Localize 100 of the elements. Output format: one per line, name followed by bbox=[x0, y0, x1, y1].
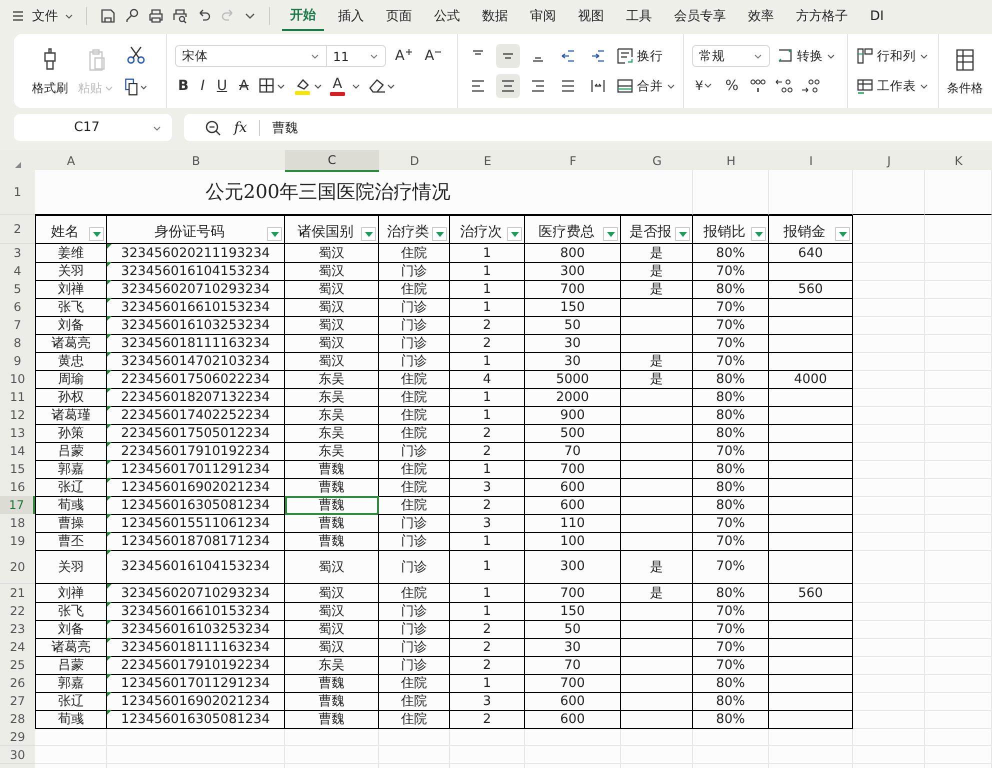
row-header[interactable]: 5 bbox=[0, 280, 35, 299]
filter-button[interactable] bbox=[267, 227, 282, 241]
ribbon-tab[interactable]: 公式 bbox=[426, 1, 468, 31]
currency-button[interactable]: ¥ bbox=[692, 78, 716, 94]
ribbon-tab[interactable]: 工具 bbox=[618, 1, 660, 31]
font-size-select[interactable]: 11 bbox=[326, 45, 386, 67]
file-menu[interactable]: 文件 bbox=[32, 7, 58, 25]
row-header[interactable]: 3 bbox=[0, 244, 35, 263]
row-header[interactable]: 17 bbox=[0, 496, 35, 515]
row-header[interactable]: 14 bbox=[0, 442, 35, 461]
font-style-button[interactable]: A bbox=[236, 78, 252, 94]
row-header[interactable]: 15 bbox=[0, 460, 35, 479]
filter-button[interactable] bbox=[361, 227, 376, 241]
eraser-icon[interactable] bbox=[367, 77, 398, 95]
ribbon-tab[interactable]: DI bbox=[862, 1, 892, 31]
row-header[interactable]: 18 bbox=[0, 514, 35, 533]
format-painter-button[interactable]: 格式刷 bbox=[32, 46, 68, 96]
row-header[interactable]: 27 bbox=[0, 692, 35, 711]
rows-columns-button[interactable]: 行和列 bbox=[856, 47, 929, 65]
ribbon-tab[interactable]: 页面 bbox=[378, 1, 420, 31]
ribbon-tab[interactable]: 开始 bbox=[282, 1, 324, 31]
ribbon-tab[interactable]: 方方格子 bbox=[788, 1, 856, 31]
row-header[interactable]: 8 bbox=[0, 334, 35, 353]
filter-button[interactable] bbox=[603, 227, 618, 241]
filter-button[interactable] bbox=[432, 227, 447, 241]
increase-decimal-icon[interactable] bbox=[774, 77, 794, 95]
ribbon-tab[interactable]: 插入 bbox=[330, 1, 372, 31]
row-header[interactable]: 2 bbox=[0, 215, 35, 244]
font-style-button[interactable]: B bbox=[175, 78, 192, 94]
ribbon-tab[interactable]: 数据 bbox=[474, 1, 516, 31]
row-header[interactable]: 10 bbox=[0, 370, 35, 389]
column-header[interactable]: C bbox=[285, 150, 379, 172]
copy-icon[interactable] bbox=[124, 76, 148, 98]
column-header[interactable]: J bbox=[853, 151, 925, 171]
row-header[interactable]: 29 bbox=[0, 728, 35, 746]
font-color-button[interactable]: A bbox=[330, 76, 346, 96]
row-header[interactable]: 19 bbox=[0, 532, 35, 551]
row-header[interactable]: 1 bbox=[0, 170, 35, 215]
column-header[interactable]: D bbox=[379, 151, 450, 171]
insert-function-button[interactable]: fx bbox=[234, 120, 248, 136]
row-header[interactable]: 4 bbox=[0, 262, 35, 281]
column-header[interactable]: G bbox=[621, 151, 693, 171]
merge-button[interactable]: 合并 bbox=[616, 77, 676, 95]
row-header[interactable]: 22 bbox=[0, 602, 35, 621]
row-header[interactable]: 12 bbox=[0, 406, 35, 425]
wrap-text-button[interactable]: 换行 bbox=[616, 47, 663, 65]
ribbon-tab[interactable]: 审阅 bbox=[522, 1, 564, 31]
filter-button[interactable] bbox=[89, 227, 104, 241]
fill-color-icon[interactable] bbox=[294, 77, 324, 95]
row-header[interactable]: 20 bbox=[0, 550, 35, 584]
formula-field[interactable]: 曹魏 bbox=[272, 118, 298, 136]
column-header[interactable]: F bbox=[525, 151, 621, 171]
ribbon-tab[interactable]: 视图 bbox=[570, 1, 612, 31]
number-format-select[interactable]: 常规 bbox=[692, 45, 770, 67]
percent-button[interactable]: % bbox=[722, 78, 742, 94]
filter-button[interactable] bbox=[751, 227, 766, 241]
table-cell: 70% bbox=[693, 550, 769, 584]
row-header[interactable]: 23 bbox=[0, 620, 35, 639]
table-cell bbox=[853, 728, 925, 746]
font-family-select[interactable]: 宋体 bbox=[175, 45, 327, 67]
row-header[interactable]: 24 bbox=[0, 638, 35, 657]
filter-button[interactable] bbox=[507, 227, 522, 241]
row-header[interactable]: 28 bbox=[0, 710, 35, 729]
conditional-format-button[interactable]: 条件格 bbox=[947, 46, 983, 96]
save-icon[interactable] bbox=[99, 7, 117, 25]
column-header[interactable]: H bbox=[693, 151, 769, 171]
decrease-decimal-icon[interactable] bbox=[800, 77, 820, 95]
row-header[interactable]: 11 bbox=[0, 388, 35, 407]
column-header[interactable]: I bbox=[769, 151, 853, 171]
font-style-button[interactable]: U bbox=[214, 78, 230, 94]
print-preview-icon[interactable] bbox=[171, 7, 189, 25]
row-header[interactable]: 7 bbox=[0, 316, 35, 335]
ribbon-tab[interactable]: 效率 bbox=[740, 1, 782, 31]
zoom-out-icon[interactable] bbox=[204, 118, 222, 136]
align-middle-icon[interactable] bbox=[496, 44, 520, 68]
row-header[interactable]: 6 bbox=[0, 298, 35, 317]
column-header[interactable]: A bbox=[35, 151, 107, 171]
row-header[interactable]: 30 bbox=[0, 746, 35, 764]
row-header[interactable]: 21 bbox=[0, 584, 35, 603]
row-header[interactable]: 13 bbox=[0, 424, 35, 443]
align-center-icon[interactable] bbox=[496, 74, 520, 98]
ribbon-tab[interactable]: 会员专享 bbox=[666, 1, 734, 31]
increase-font-button[interactable]: A bbox=[392, 48, 416, 64]
decrease-font-button[interactable]: A bbox=[422, 48, 446, 64]
column-header[interactable]: E bbox=[450, 151, 525, 171]
name-box[interactable]: C17 bbox=[14, 114, 172, 141]
row-header[interactable]: 16 bbox=[0, 478, 35, 497]
row-header[interactable]: 25 bbox=[0, 656, 35, 675]
print-icon[interactable] bbox=[147, 7, 165, 25]
row-header[interactable]: 26 bbox=[0, 674, 35, 693]
thousands-separator-icon[interactable] bbox=[748, 77, 768, 95]
column-header[interactable]: K bbox=[925, 151, 992, 171]
filter-button[interactable] bbox=[675, 227, 690, 241]
convert-button[interactable]: 转换 bbox=[776, 47, 836, 65]
row-header[interactable]: 9 bbox=[0, 352, 35, 371]
font-style-button[interactable]: I bbox=[198, 78, 208, 94]
filter-button[interactable] bbox=[835, 227, 850, 241]
worksheet-button[interactable]: 工作表 bbox=[856, 77, 929, 95]
table-cell: 223456017910192234 bbox=[107, 442, 285, 461]
column-header[interactable]: B bbox=[107, 151, 285, 171]
